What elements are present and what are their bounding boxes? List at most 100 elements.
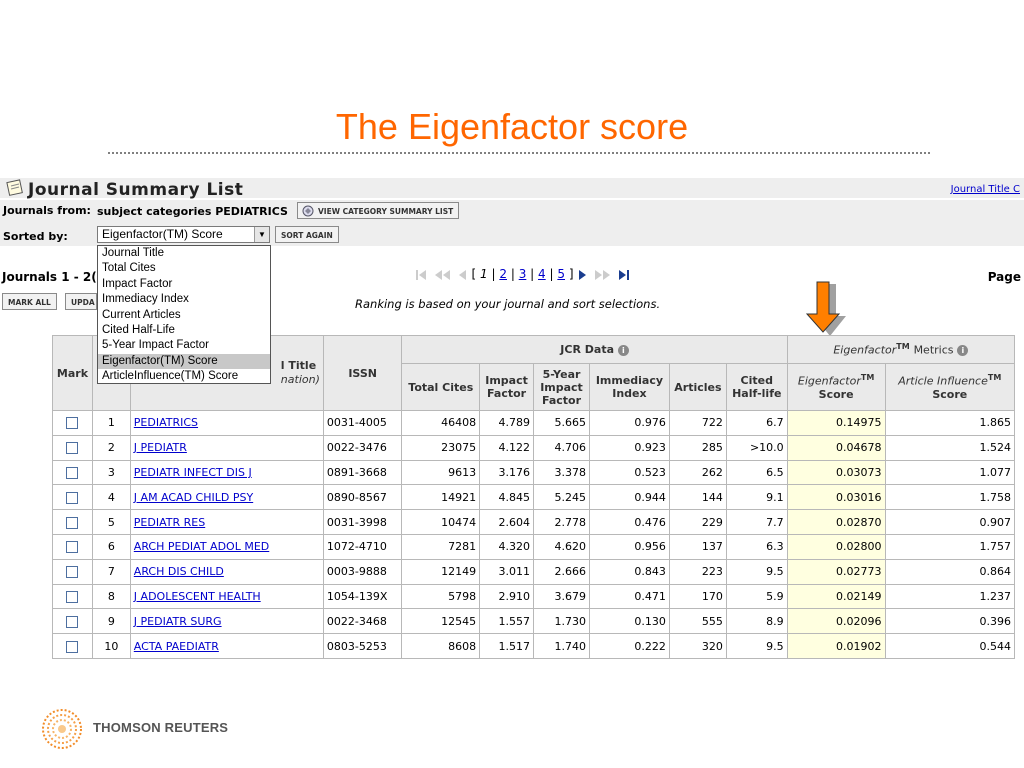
col-5yr-impact[interactable]: 5-Year Impact Factor (533, 363, 590, 411)
mark-checkbox[interactable] (52, 484, 93, 511)
journal-title-link[interactable]: Journal Title C (951, 184, 1020, 195)
articles-cell: 229 (668, 509, 727, 535)
checkbox[interactable] (66, 541, 79, 554)
eigenfactor-metrics-group: EigenfactorTM Metrics i (786, 335, 1016, 364)
eig-group-label: Eigenfactor (833, 343, 897, 357)
checkbox[interactable] (66, 590, 79, 603)
col-eigenfactor-score[interactable]: EigenfactorTM Score (786, 363, 886, 411)
checkbox[interactable] (66, 491, 79, 504)
sort-option[interactable]: 5-Year Impact Factor (98, 338, 270, 353)
journal-link[interactable]: PEDIATR INFECT DIS J (134, 466, 252, 479)
journal-title-cell[interactable]: J AM ACAD CHILD PSY (129, 484, 324, 511)
prev-page-icon[interactable] (456, 268, 468, 282)
mark-checkbox[interactable] (52, 533, 93, 560)
mark-checkbox[interactable] (52, 608, 93, 635)
view-category-button[interactable]: VIEW CATEGORY SUMMARY LIST (297, 202, 460, 219)
page-link[interactable]: 2 (499, 267, 507, 281)
update-button[interactable]: UPDA (65, 293, 97, 310)
col-total-cites[interactable]: Total Cites (401, 363, 481, 411)
journal-title-cell[interactable]: J ADOLESCENT HEALTH (129, 583, 324, 610)
info-icon[interactable]: i (617, 344, 629, 356)
mark-checkbox[interactable] (52, 410, 93, 436)
journal-link[interactable]: J AM ACAD CHILD PSY (134, 491, 253, 504)
issn-cell: 0890-8567 (322, 484, 403, 511)
total-cites-cell: 23075 (401, 434, 481, 461)
eigenfactor-cell: 0.01902 (786, 633, 886, 659)
mark-checkbox[interactable] (52, 558, 93, 585)
journal-link[interactable]: J ADOLESCENT HEALTH (134, 590, 261, 603)
articles-cell: 555 (668, 608, 727, 635)
mark-checkbox[interactable] (52, 583, 93, 610)
journal-title-cell[interactable]: J PEDIATR (129, 434, 324, 461)
articles-cell: 170 (668, 583, 727, 610)
info-icon[interactable]: i (957, 345, 969, 357)
sort-again-button[interactable]: SORT AGAIN (275, 226, 339, 243)
journal-title-cell[interactable]: PEDIATRICS (129, 410, 324, 436)
immediacy-cell: 0.944 (588, 484, 670, 511)
journal-title-cell[interactable]: PEDIATR INFECT DIS J (129, 459, 324, 486)
pager-current: 1 (480, 267, 488, 281)
checkbox[interactable] (66, 615, 79, 628)
journal-title-cell[interactable]: ARCH DIS CHILD (129, 558, 324, 585)
table-row: 4J AM ACAD CHILD PSY 0890-8567 14921 4.845 5… (52, 484, 1016, 511)
fast-forward-icon[interactable] (593, 268, 613, 282)
journal-link[interactable]: J PEDIATR SURG (134, 615, 222, 628)
table-row: 6 ARCH PEDIAT ADOL MED 1072-4710 7281 4.320 4… (52, 533, 1016, 560)
mark-checkbox[interactable] (52, 434, 93, 461)
checkbox[interactable] (66, 640, 79, 653)
checkbox[interactable] (66, 566, 79, 579)
next-page-icon[interactable] (577, 268, 589, 282)
tm-mark: TM (987, 373, 1002, 383)
five-year-cell: 3.378 (533, 459, 590, 486)
table-row: 8J ADOLESCENT HEALTH 1054-139X 5798 2.910 3.… (52, 583, 1016, 610)
checkbox[interactable] (66, 516, 79, 529)
journal-title-cell[interactable]: PEDIATR RES (129, 509, 324, 535)
sort-option[interactable]: Total Cites (98, 261, 270, 276)
sort-option[interactable]: Journal Title (98, 246, 270, 261)
journal-link[interactable]: ACTA PAEDIATR (134, 640, 219, 653)
journal-title-cell[interactable]: ARCH PEDIAT ADOL MED (129, 533, 324, 560)
checkbox[interactable] (66, 442, 79, 455)
first-page-icon[interactable] (414, 268, 428, 282)
sort-option[interactable]: Impact Factor (98, 277, 270, 292)
page-link[interactable]: 3 (519, 267, 527, 281)
immediacy-cell: 0.523 (588, 459, 670, 486)
journal-link[interactable]: ARCH PEDIAT ADOL MED (134, 540, 269, 553)
immediacy-cell: 0.222 (588, 633, 670, 659)
mark-checkbox[interactable] (52, 459, 93, 486)
sort-options-list[interactable]: Journal Title Total Cites Impact Factor … (97, 245, 271, 384)
cited-half-life-cell: 9.5 (725, 558, 788, 585)
articles-cell: 320 (668, 633, 727, 659)
col-impact-factor[interactable]: Impact Factor (479, 363, 535, 411)
rewind-icon[interactable] (432, 268, 452, 282)
journal-link[interactable]: ARCH DIS CHILD (134, 565, 224, 578)
journal-link[interactable]: J PEDIATR (134, 441, 187, 454)
five-year-cell: 5.665 (533, 410, 590, 436)
page-link[interactable]: 5 (557, 267, 565, 281)
col-article-influence[interactable]: Article InfluenceTM Score (884, 363, 1016, 411)
sort-option[interactable]: ArticleInfluence(TM) Score (98, 369, 270, 384)
page-link[interactable]: 4 (538, 267, 546, 281)
mark-all-button[interactable]: MARK ALL (2, 293, 57, 310)
checkbox[interactable] (66, 417, 79, 430)
chevron-down-icon[interactable]: ▼ (254, 227, 269, 242)
col-if-l2: Factor (487, 387, 527, 400)
journal-title-cell[interactable]: J PEDIATR SURG (129, 608, 324, 635)
sort-option-selected[interactable]: Eigenfactor(TM) Score (98, 353, 270, 370)
sort-select[interactable]: Eigenfactor(TM) Score ▼ (97, 226, 270, 243)
sort-option[interactable]: Cited Half-Life (98, 323, 270, 338)
col-immediacy[interactable]: Immediacy Index (588, 363, 670, 411)
checkbox[interactable] (66, 466, 79, 479)
col-cited-half-life[interactable]: Cited Half-life (725, 363, 788, 411)
sort-option[interactable]: Immediacy Index (98, 292, 270, 307)
journal-link[interactable]: PEDIATRICS (134, 416, 198, 429)
articles-cell: 262 (668, 459, 727, 486)
mark-checkbox[interactable] (52, 633, 93, 659)
journal-title-cell[interactable]: ACTA PAEDIATR (129, 633, 324, 659)
mark-checkbox[interactable] (52, 509, 93, 535)
last-page-icon[interactable] (617, 268, 631, 282)
journal-link[interactable]: PEDIATR RES (134, 516, 205, 529)
col-articles[interactable]: Articles (668, 363, 727, 411)
immediacy-cell: 0.923 (588, 434, 670, 461)
sort-option[interactable]: Current Articles (98, 308, 270, 323)
